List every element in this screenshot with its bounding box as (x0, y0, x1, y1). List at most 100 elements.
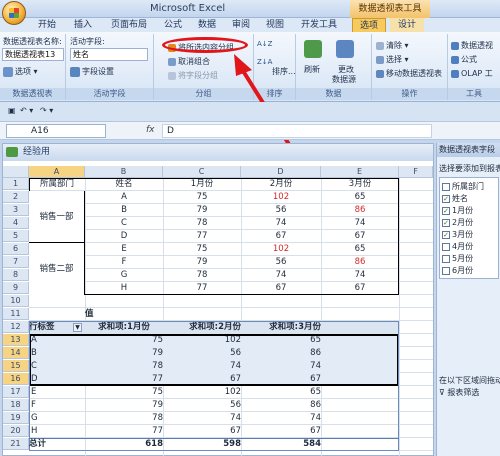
report-filter-label[interactable]: ⊽ 报表筛选 (439, 387, 479, 398)
field-item[interactable]: ✓ 姓名 (442, 193, 468, 204)
field-item[interactable]: 5月份 (442, 253, 473, 264)
checkbox-checked-icon[interactable]: ✓ (442, 194, 450, 203)
data-cell[interactable]: F (85, 256, 163, 268)
tab-review[interactable]: 审阅 (226, 18, 256, 32)
row-header-17[interactable]: 17 (3, 386, 29, 398)
select-all-corner[interactable] (3, 166, 29, 178)
row-header-19[interactable]: 19 (3, 412, 29, 424)
data-cell[interactable]: 77 (163, 230, 241, 242)
column-header-d[interactable]: D (241, 166, 321, 178)
row-header-7[interactable]: 7 (3, 256, 29, 268)
pivot-total-label[interactable]: 总计 (29, 438, 85, 450)
refresh-button[interactable]: 刷新 (304, 64, 320, 75)
data-cell[interactable]: 78 (163, 217, 241, 229)
data-cell[interactable]: C (85, 217, 163, 229)
dept-cell[interactable]: 销售一部 (29, 191, 85, 243)
data-cell[interactable]: 65 (321, 191, 399, 203)
field-item[interactable]: 所属部门 (442, 181, 484, 192)
data-cell[interactable]: 67 (321, 230, 399, 242)
field-item[interactable]: ✓ 3月份 (442, 229, 473, 240)
tab-view[interactable]: 视图 (260, 18, 290, 32)
tab-data[interactable]: 数据 (192, 18, 222, 32)
data-cell[interactable]: G (85, 269, 163, 281)
olap-button[interactable]: OLAP 工 (451, 68, 493, 79)
group-field-button[interactable]: 将字段分组 (168, 70, 218, 81)
change-source-icon[interactable] (336, 40, 354, 58)
data-cell[interactable]: 77 (163, 282, 241, 294)
column-header-e[interactable]: E (321, 166, 399, 178)
data-cell[interactable]: H (85, 282, 163, 294)
dept-cell[interactable]: 销售二部 (29, 243, 85, 295)
office-button[interactable] (2, 1, 26, 25)
data-cell[interactable]: 67 (321, 282, 399, 294)
field-item[interactable]: 4月份 (442, 241, 473, 252)
data-cell[interactable]: 74 (241, 269, 321, 281)
sort-button[interactable]: 排序... (272, 66, 296, 77)
data-cell[interactable]: 78 (163, 269, 241, 281)
clear-button[interactable]: 清除 ▾ (376, 40, 409, 51)
tab-insert[interactable]: 插入 (66, 18, 100, 32)
data-cell[interactable]: 65 (321, 243, 399, 255)
checkbox-icon[interactable] (442, 266, 450, 275)
row-header-2[interactable]: 2 (3, 191, 29, 203)
active-field-input[interactable]: 姓名 (70, 48, 148, 61)
tab-formulas[interactable]: 公式 (158, 18, 188, 32)
checkbox-icon[interactable] (442, 242, 450, 251)
checkbox-checked-icon[interactable]: ✓ (442, 206, 450, 215)
sort-za-icon[interactable]: Z↓A (257, 58, 272, 66)
tab-developer[interactable]: 开发工具 (296, 18, 342, 32)
row-header-11[interactable]: 11 (3, 308, 29, 320)
data-cell[interactable]: 86 (321, 204, 399, 216)
refresh-icon[interactable] (304, 40, 322, 58)
row-header-6[interactable]: 6 (3, 243, 29, 255)
checkbox-icon[interactable] (442, 182, 450, 191)
field-item[interactable]: ✓ 1月份 (442, 205, 473, 216)
row-header-9[interactable]: 9 (3, 282, 29, 294)
data-cell[interactable]: 79 (163, 204, 241, 216)
name-box[interactable]: A16 (6, 124, 106, 138)
data-cell[interactable]: 56 (241, 256, 321, 268)
checkbox-checked-icon[interactable]: ✓ (442, 230, 450, 239)
data-cell[interactable]: 74 (321, 217, 399, 229)
undo-icon[interactable]: ↶ ▾ (20, 106, 33, 115)
row-header-8[interactable]: 8 (3, 269, 29, 281)
row-header-5[interactable]: 5 (3, 230, 29, 242)
row-header-4[interactable]: 4 (3, 217, 29, 229)
row-header-18[interactable]: 18 (3, 399, 29, 411)
data-cell[interactable]: 74 (321, 269, 399, 281)
row-header-20[interactable]: 20 (3, 425, 29, 437)
data-cell[interactable]: 79 (163, 256, 241, 268)
row-header-16[interactable]: 16 (3, 373, 29, 385)
column-header-c[interactable]: C (163, 166, 241, 178)
data-cell[interactable]: A (85, 191, 163, 203)
pivot-total-value[interactable]: 598 (163, 438, 241, 450)
row-header-12[interactable]: 12 (3, 321, 29, 333)
formula-input[interactable]: D (162, 124, 432, 138)
column-header-b[interactable]: B (85, 166, 163, 178)
ungroup-button[interactable]: 取消组合 (168, 56, 210, 67)
row-header-3[interactable]: 3 (3, 204, 29, 216)
redo-icon[interactable]: ↷ ▾ (40, 106, 53, 115)
data-cell[interactable]: B (85, 204, 163, 216)
pivot-total-value[interactable]: 584 (241, 438, 321, 450)
data-cell[interactable]: D (85, 230, 163, 242)
row-header-14[interactable]: 14 (3, 347, 29, 359)
tab-design[interactable]: 设计 (390, 18, 424, 32)
column-header-a[interactable]: A (29, 166, 85, 178)
data-cell[interactable]: E (85, 243, 163, 255)
save-icon[interactable]: ▣ (8, 106, 16, 115)
data-cell[interactable]: 74 (241, 217, 321, 229)
pivot-chart-button[interactable]: 数据透视 (451, 40, 493, 51)
sort-az-icon[interactable]: A↓Z (257, 40, 272, 48)
checkbox-icon[interactable] (442, 254, 450, 263)
tab-options[interactable]: 选项 (352, 18, 386, 32)
row-header-13[interactable]: 13 (3, 334, 29, 346)
checkbox-checked-icon[interactable]: ✓ (442, 218, 450, 227)
data-cell[interactable]: 67 (241, 230, 321, 242)
formulas-button[interactable]: 公式 (451, 54, 477, 65)
select-button[interactable]: 选择 ▾ (376, 54, 409, 65)
data-cell[interactable]: 102 (241, 243, 321, 255)
field-settings-button[interactable]: 字段设置 (70, 66, 114, 77)
pivot-values-label[interactable]: 值 (85, 308, 163, 320)
move-pivot-button[interactable]: 移动数据透视表 (376, 68, 442, 79)
